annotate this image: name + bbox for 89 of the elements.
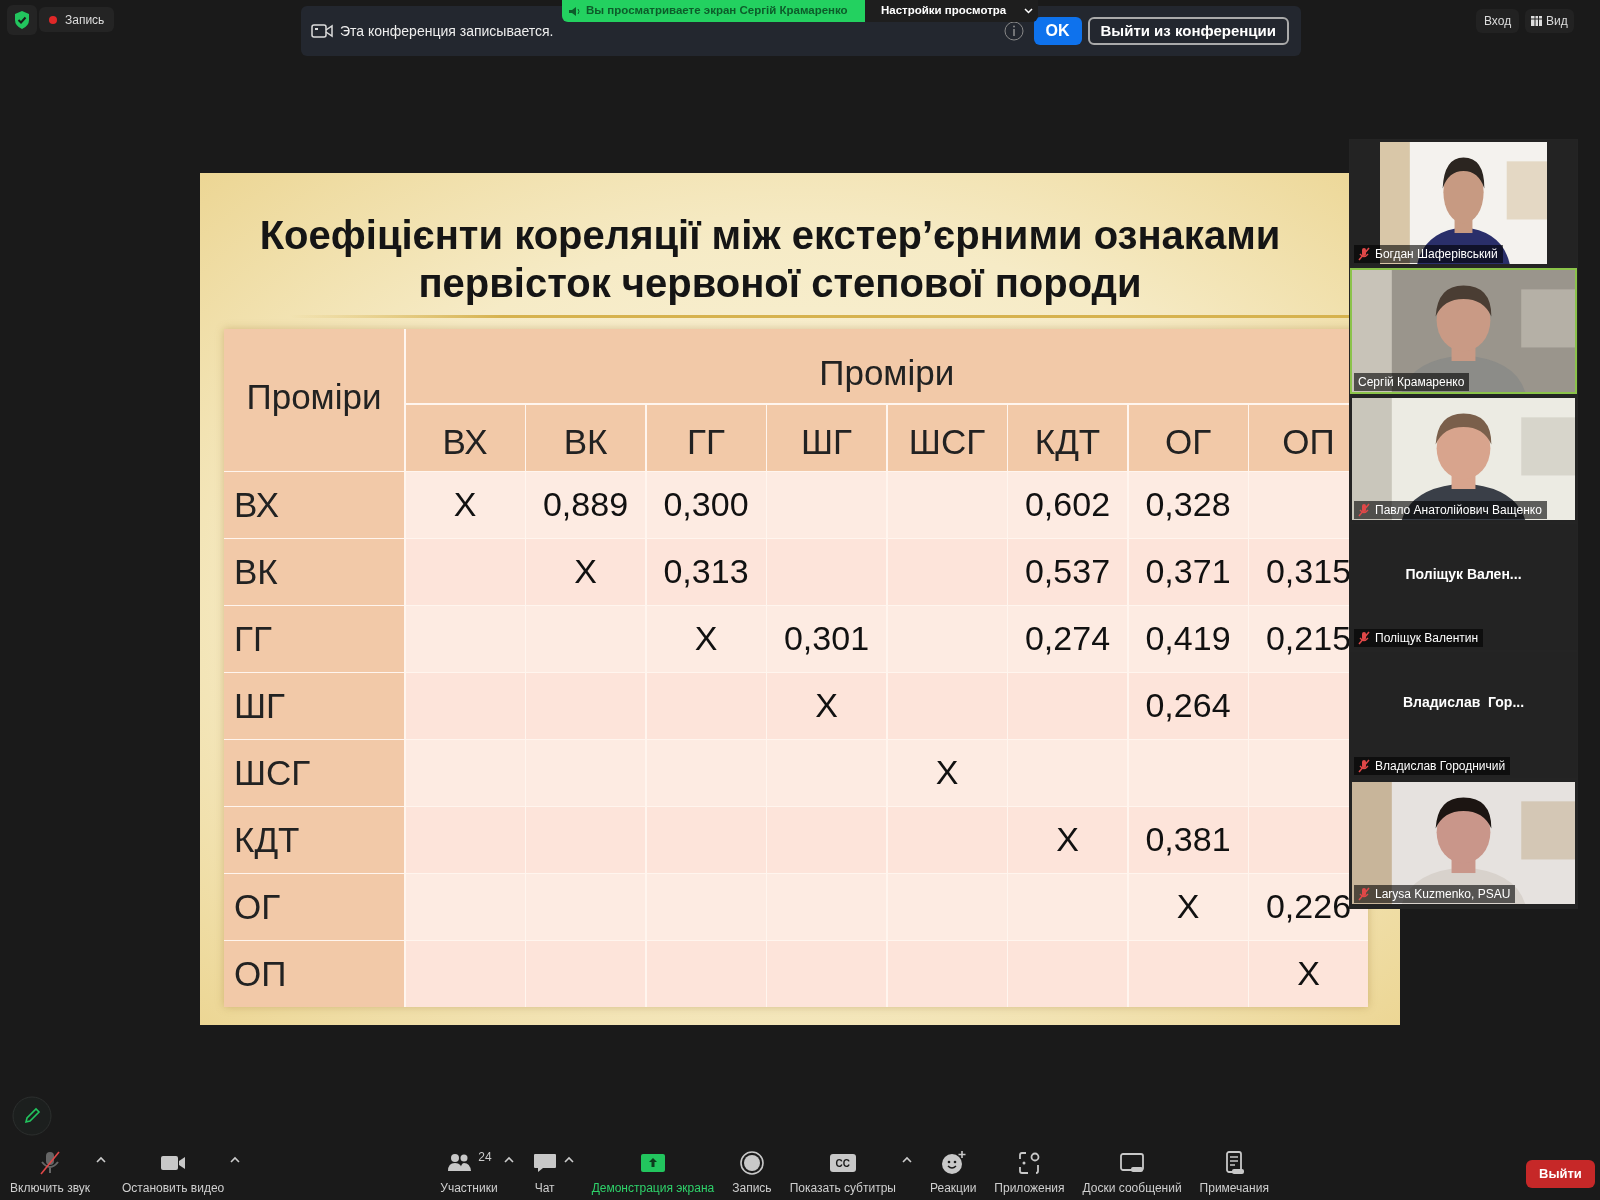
recording-indicator: Запись (39, 7, 115, 32)
ok-button[interactable]: OK (1033, 17, 1082, 45)
view-button[interactable]: Вид (1525, 9, 1574, 33)
caret-icon[interactable] (503, 1156, 514, 1163)
table-row-header: ГГ (224, 606, 404, 672)
table-row-header: ВХ (224, 472, 404, 538)
table-header-cell: КДТ (1008, 404, 1127, 471)
login-button[interactable]: Вход (1476, 9, 1520, 33)
toolbar-button[interactable]: Чат (529, 1150, 576, 1197)
participant-name: Владислав Городничий (1375, 758, 1506, 775)
table-header-cell: ВК (526, 404, 645, 471)
grid-icon (1531, 16, 1542, 26)
participant-display-name: Владислав Гор... (1402, 693, 1525, 712)
participant-name: Богдан Шаферівський (1375, 246, 1498, 263)
table-row-header: ШСГ (224, 740, 404, 806)
table-header-cell: ГГ (646, 404, 766, 471)
table-cell: 0,537 (1008, 539, 1127, 605)
toolbar-button[interactable]: Реакции (928, 1150, 979, 1197)
table-row-header: КДТ (224, 807, 404, 873)
pencil-icon[interactable] (12, 1096, 52, 1136)
table-cell: X (1008, 807, 1127, 873)
toolbar-button[interactable]: Включить звук (8, 1150, 109, 1197)
table-header-cell: ОГ (1128, 404, 1248, 471)
view-options-button[interactable]: Настройки просмотра (865, 0, 1038, 22)
captions-icon: CC (829, 1154, 857, 1172)
toolbar-button[interactable]: 24 Участники (438, 1150, 516, 1197)
toolbar-button[interactable]: Остановить видео (120, 1150, 243, 1197)
table-cell: 0,226 (1249, 874, 1368, 940)
toolbar-button[interactable]: Приложения (992, 1150, 1067, 1197)
toolbar-button[interactable]: Примечания (1197, 1150, 1271, 1197)
muted-microphone-icon (37, 1150, 63, 1176)
table-header-cell: ШГ (767, 404, 886, 471)
muted-mic-icon (1358, 759, 1370, 773)
smiley-icon (940, 1150, 967, 1176)
slide-title-line: Коефіцієнти кореляції між екстер’єрними ознаками (259, 212, 1281, 259)
table-cell: 0,300 (646, 472, 766, 538)
table-row-header: ОП (224, 941, 404, 1007)
slide-title-line: первісток червоної степової породи (417, 260, 1142, 307)
table-cell: 0,328 (1128, 472, 1248, 538)
muted-mic-icon (1358, 247, 1370, 261)
table-row-header: ОГ (224, 874, 404, 940)
muted-mic-icon (1358, 503, 1370, 517)
notification-text: Эта конференция записывается. (340, 22, 555, 41)
table-cell: 0,313 (646, 539, 766, 605)
participant-name: Павло Анатолійович Ващенко (1375, 502, 1542, 519)
caret-icon[interactable] (902, 1156, 912, 1163)
table-cell: 0,371 (1128, 539, 1248, 605)
table-cell: X (526, 539, 645, 605)
video-camera-icon (311, 23, 333, 39)
toolbar-button[interactable]: Доски сообщений (1080, 1150, 1184, 1197)
table-header-cell: ШСГ (887, 404, 1007, 471)
table-row-header: ШГ (224, 673, 404, 739)
muted-mic-icon (1358, 887, 1370, 901)
table-cell: 0,301 (767, 606, 886, 672)
share-banner-text: Вы просматриваете экран Сергій Крамаренко (586, 3, 848, 19)
table-cell: 0,889 (526, 472, 645, 538)
table-cell: X (1249, 941, 1368, 1007)
participant-name: Сергій Крамаренко (1358, 374, 1465, 391)
table-cell: 0,264 (1128, 673, 1248, 739)
table-row-header: ВК (224, 539, 404, 605)
muted-mic-icon (1358, 631, 1370, 645)
chevron-down-icon (1024, 8, 1034, 14)
table-cell: 0,274 (1008, 606, 1127, 672)
table-cell: 0,381 (1128, 807, 1248, 873)
toolbar-button[interactable]: CC Показать субтитры (787, 1150, 914, 1197)
participant-name: Поліщук Валентин (1375, 630, 1479, 647)
shield-icon (7, 5, 37, 35)
table-header-cell: Проміри (224, 329, 404, 471)
table-cell: X (405, 472, 525, 538)
leave-button[interactable]: Выйти (1526, 1160, 1595, 1188)
participant-count: 24 (478, 1149, 492, 1166)
caret-icon[interactable] (96, 1156, 107, 1163)
table-cell: X (887, 740, 1007, 806)
table-cell: X (767, 673, 886, 739)
caret-icon[interactable] (230, 1156, 241, 1163)
participant-display-name: Поліщук Вален... (1405, 565, 1522, 584)
record-icon (738, 1150, 765, 1176)
table-cell: 0,602 (1008, 472, 1127, 538)
speaker-icon (568, 5, 580, 17)
table-cell: X (1128, 874, 1248, 940)
table-cell: X (646, 606, 766, 672)
caret-icon[interactable] (563, 1156, 574, 1163)
toolbar-button[interactable]: Демонстрация экрана (589, 1150, 717, 1197)
info-icon (1003, 21, 1024, 41)
table-header-cell: ВХ (405, 404, 525, 471)
table-cell: 0,419 (1128, 606, 1248, 672)
toolbar-button[interactable]: Запись (730, 1150, 774, 1197)
participant-name: Larysa Kuzmenko, PSAU (1375, 886, 1511, 903)
leave-meeting-button[interactable]: Выйти из конференции (1087, 17, 1289, 45)
